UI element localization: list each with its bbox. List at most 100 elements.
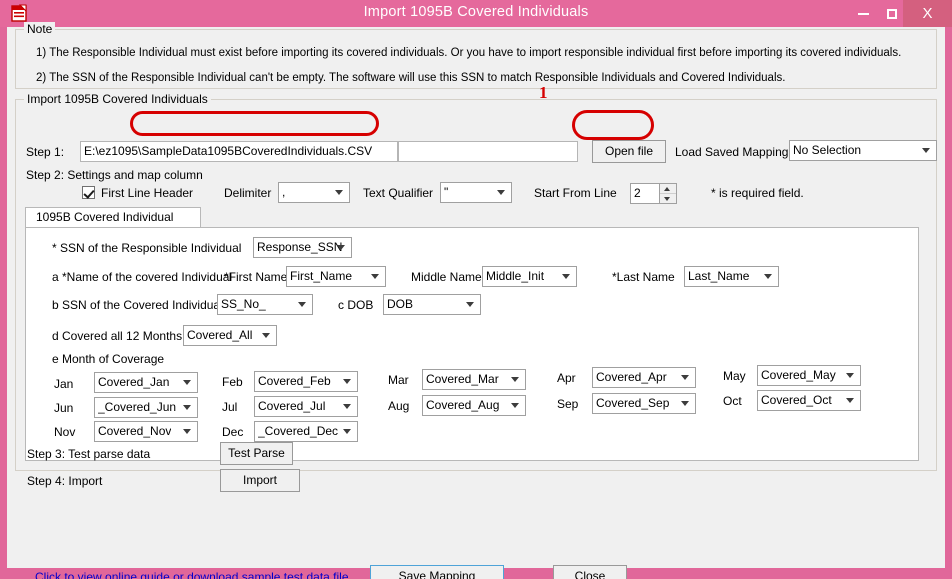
month-select-mar[interactable]: Covered_Mar bbox=[422, 369, 526, 390]
first-name-value: First_Name bbox=[290, 269, 352, 283]
stepper-buttons[interactable] bbox=[659, 184, 676, 203]
file-path-input[interactable]: E:\ez1095\SampleData1095BCoveredIndividu… bbox=[80, 141, 398, 162]
first-line-header-checkbox[interactable] bbox=[82, 186, 95, 199]
required-field-note: * is required field. bbox=[711, 186, 804, 200]
chevron-down-icon bbox=[182, 426, 193, 437]
responsible-ssn-label: * SSN of the Responsible Individual bbox=[52, 241, 241, 255]
month-select-may[interactable]: Covered_May bbox=[757, 365, 861, 386]
last-name-value: Last_Name bbox=[688, 269, 749, 283]
open-file-button[interactable]: Open file bbox=[592, 140, 666, 163]
file-path-secondary-input[interactable] bbox=[398, 141, 578, 162]
chevron-down-icon bbox=[921, 145, 932, 156]
note-group: Note 1) The Responsible Individual must … bbox=[15, 29, 937, 89]
month-select-jul[interactable]: Covered_Jul bbox=[254, 396, 358, 417]
chevron-down-icon bbox=[342, 376, 353, 387]
load-saved-mapping-label: Load Saved Mapping: bbox=[675, 145, 792, 159]
text-qualifier-label: Text Qualifier bbox=[363, 186, 433, 200]
first-name-select[interactable]: First_Name bbox=[286, 266, 386, 287]
month-label-apr: Apr bbox=[557, 371, 576, 385]
saved-mapping-value: No Selection bbox=[793, 143, 861, 157]
month-label-jun: Jun bbox=[54, 401, 73, 415]
middle-name-label: Middle Name bbox=[411, 270, 482, 284]
import-button[interactable]: Import bbox=[220, 469, 300, 492]
chevron-down-icon bbox=[510, 374, 521, 385]
chevron-down-icon bbox=[342, 401, 353, 412]
middle-name-value: Middle_Init bbox=[486, 269, 544, 283]
month-label-feb: Feb bbox=[222, 375, 243, 389]
chevron-down-icon bbox=[336, 242, 347, 253]
tab-1095b-covered-individual-data[interactable]: 1095B Covered Individual Data bbox=[25, 207, 201, 228]
import-1095b-window: Import 1095B Covered Individuals X Note … bbox=[0, 0, 952, 579]
chevron-down-icon bbox=[845, 395, 856, 406]
ssn-covered-label: b SSN of the Covered Individual bbox=[52, 298, 223, 312]
month-label-mar: Mar bbox=[388, 373, 409, 387]
month-value-nov: Covered_Nov bbox=[98, 424, 171, 438]
save-mapping-button[interactable]: Save Mapping bbox=[370, 565, 504, 579]
covered-all-value: Covered_All bbox=[187, 328, 252, 342]
test-parse-button[interactable]: Test Parse bbox=[220, 442, 293, 465]
month-value-jul: Covered_Jul bbox=[258, 399, 325, 413]
month-label-may: May bbox=[723, 369, 746, 383]
month-select-sep[interactable]: Covered_Sep bbox=[592, 393, 696, 414]
month-value-mar: Covered_Mar bbox=[426, 372, 499, 386]
middle-name-select[interactable]: Middle_Init bbox=[482, 266, 577, 287]
step4-label: Step 4: Import bbox=[27, 474, 102, 488]
month-select-feb[interactable]: Covered_Feb bbox=[254, 371, 358, 392]
dob-value: DOB bbox=[387, 297, 413, 311]
step1-label: Step 1: bbox=[26, 145, 64, 159]
ssn-covered-select[interactable]: SS_No_ bbox=[217, 294, 313, 315]
month-select-nov[interactable]: Covered_Nov bbox=[94, 421, 198, 442]
month-select-jun[interactable]: _Covered_Jun bbox=[94, 397, 198, 418]
stepper-up-icon[interactable] bbox=[660, 184, 676, 194]
online-guide-link[interactable]: Click to view online guide or download s… bbox=[35, 570, 352, 579]
text-qualifier-select[interactable]: " bbox=[440, 182, 512, 203]
month-select-apr[interactable]: Covered_Apr bbox=[592, 367, 696, 388]
note-line-1: 1) The Responsible Individual must exist… bbox=[36, 47, 901, 59]
delimiter-label: Delimiter bbox=[224, 186, 271, 200]
chevron-down-icon bbox=[261, 330, 272, 341]
month-select-oct[interactable]: Covered_Oct bbox=[757, 390, 861, 411]
maximize-icon bbox=[887, 9, 897, 19]
chevron-down-icon bbox=[680, 398, 691, 409]
saved-mapping-select[interactable]: No Selection bbox=[789, 140, 937, 161]
month-value-sep: Covered_Sep bbox=[596, 396, 669, 410]
first-line-header-label: First Line Header bbox=[101, 186, 193, 200]
month-value-feb: Covered_Feb bbox=[258, 374, 331, 388]
last-name-label: *Last Name bbox=[612, 270, 675, 284]
month-label-nov: Nov bbox=[54, 425, 75, 439]
ssn-covered-value: SS_No_ bbox=[221, 297, 266, 311]
month-label-oct: Oct bbox=[723, 394, 742, 408]
month-select-aug[interactable]: Covered_Aug bbox=[422, 395, 526, 416]
start-from-line-stepper[interactable]: 2 bbox=[630, 183, 677, 204]
last-name-select[interactable]: Last_Name bbox=[684, 266, 779, 287]
month-value-oct: Covered_Oct bbox=[761, 393, 832, 407]
chevron-down-icon bbox=[845, 370, 856, 381]
delimiter-select[interactable]: , bbox=[278, 182, 350, 203]
chevron-down-icon bbox=[182, 377, 193, 388]
responsible-ssn-select[interactable]: Response_SSN bbox=[253, 237, 352, 258]
chevron-down-icon bbox=[561, 271, 572, 282]
step3-label: Step 3: Test parse data bbox=[27, 447, 150, 461]
month-select-jan[interactable]: Covered_Jan bbox=[94, 372, 198, 393]
chevron-down-icon bbox=[297, 299, 308, 310]
stepper-down-icon[interactable] bbox=[660, 194, 676, 203]
month-value-dec: _Covered_Dec bbox=[258, 424, 338, 438]
note-line-2: 2) The SSN of the Responsible Individual… bbox=[36, 72, 785, 84]
covered-all-select[interactable]: Covered_All bbox=[183, 325, 277, 346]
text-qualifier-value: " bbox=[444, 185, 448, 199]
month-label-jul: Jul bbox=[222, 400, 237, 414]
dob-select[interactable]: DOB bbox=[383, 294, 481, 315]
close-dialog-button[interactable]: Close bbox=[553, 565, 627, 579]
month-select-dec[interactable]: _Covered_Dec bbox=[254, 421, 358, 442]
chevron-down-icon bbox=[496, 187, 507, 198]
chevron-down-icon bbox=[763, 271, 774, 282]
month-value-apr: Covered_Apr bbox=[596, 370, 667, 384]
start-from-line-value: 2 bbox=[634, 186, 641, 200]
note-group-title: Note bbox=[24, 22, 55, 36]
dob-label: c DOB bbox=[338, 298, 373, 312]
month-of-coverage-label: e Month of Coverage bbox=[52, 352, 164, 366]
first-name-label: *First Name bbox=[224, 270, 287, 284]
tab-panel: * SSN of the Responsible Individual Resp… bbox=[25, 227, 919, 461]
close-button[interactable]: X bbox=[903, 0, 952, 27]
chevron-down-icon bbox=[465, 299, 476, 310]
